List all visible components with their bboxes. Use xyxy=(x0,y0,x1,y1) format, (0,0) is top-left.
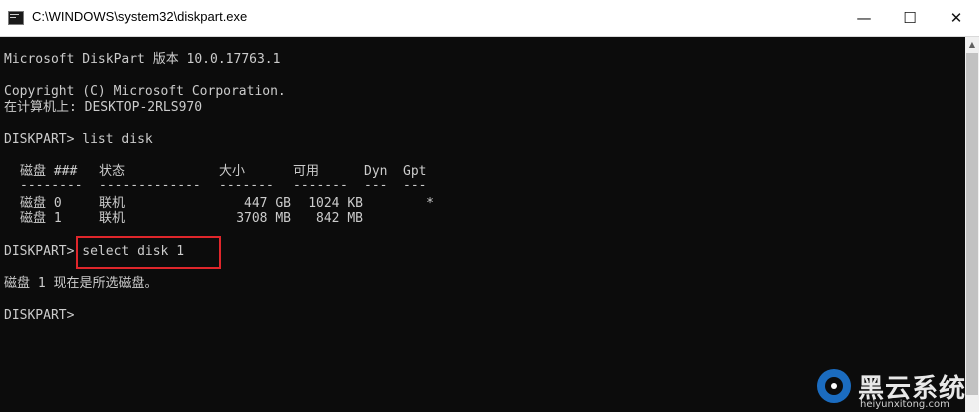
minimize-button[interactable]: — xyxy=(841,0,887,36)
close-button[interactable]: ✕ xyxy=(933,0,979,36)
disk-0-size: 447 GB xyxy=(244,196,291,211)
disk-1-name: 磁盘 1 xyxy=(20,211,62,226)
disk-1-free: 842 MB xyxy=(316,211,363,226)
heiyun-logo-icon xyxy=(817,369,851,403)
separator: ------------- xyxy=(99,178,201,193)
maximize-button[interactable]: ☐ xyxy=(887,0,933,36)
disk-1-gpt xyxy=(403,211,434,227)
result-line: 磁盘 1 现在是所选磁盘。 xyxy=(4,276,158,291)
separator: ------- xyxy=(293,178,348,193)
window-title: C:\WINDOWS\system32\diskpart.exe xyxy=(32,9,248,24)
disk-0-status: 联机 xyxy=(99,196,126,211)
command-text: list disk xyxy=(82,132,153,147)
disk-0-free: 1024 KB xyxy=(308,196,363,211)
separator: --- xyxy=(403,178,427,193)
separator: ------- xyxy=(219,178,274,193)
version-banner: Microsoft DiskPart 版本 10.0.17763.1 xyxy=(4,52,281,67)
prompt: DISKPART> xyxy=(4,132,83,147)
copyright-line: Copyright (C) Microsoft Corporation. xyxy=(4,84,286,99)
command-line-list-disk: DISKPART> list disk xyxy=(4,132,153,148)
prompt: DISKPART> xyxy=(4,244,83,259)
computer-name-line: 在计算机上: DESKTOP-2RLS970 xyxy=(4,100,203,115)
separator: --- xyxy=(364,178,388,193)
vertical-scrollbar[interactable]: ▲ xyxy=(965,37,979,412)
scroll-up-arrow-icon[interactable]: ▲ xyxy=(965,37,979,51)
watermark: 黑云系统 heiyunxitong.com xyxy=(814,367,979,412)
disk-0-name: 磁盘 0 xyxy=(20,196,62,211)
console-output[interactable]: Microsoft DiskPart 版本 10.0.17763.1 Copyr… xyxy=(0,37,965,412)
disk-1-status: 联机 xyxy=(99,211,126,226)
scroll-thumb[interactable] xyxy=(966,53,978,395)
watermark-url: heiyunxitong.com xyxy=(860,399,950,410)
current-prompt: DISKPART> xyxy=(4,308,75,323)
title-bar: C:\WINDOWS\system32\diskpart.exe — ☐ ✕ xyxy=(0,0,979,37)
separator: -------- xyxy=(20,178,83,193)
disk-1-size: 3708 MB xyxy=(236,211,291,226)
console-app-icon[interactable] xyxy=(8,11,24,25)
disk-0-gpt: * xyxy=(426,196,434,211)
command-highlight-box xyxy=(76,236,221,269)
